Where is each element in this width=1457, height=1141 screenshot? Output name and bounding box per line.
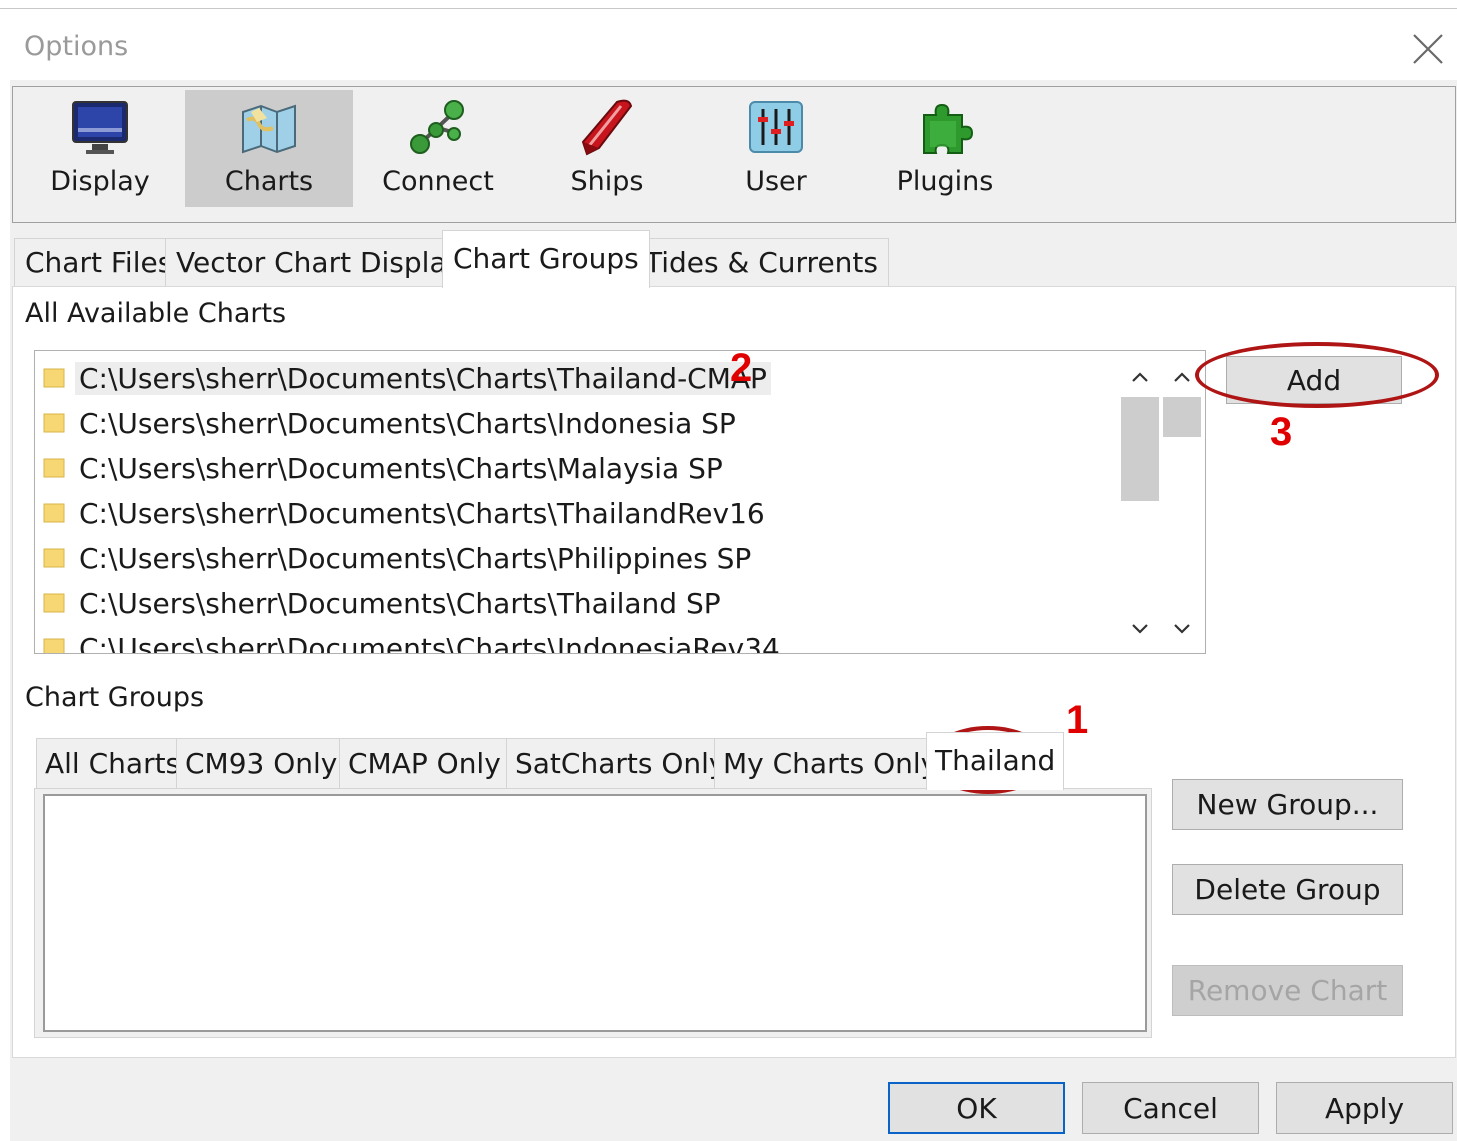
display-icon [68, 96, 132, 158]
scroll-up-icon[interactable] [1121, 357, 1159, 397]
folder-icon [43, 458, 65, 478]
add-button[interactable]: Add [1226, 356, 1402, 404]
tab-chart-files[interactable]: Chart Files [14, 238, 184, 288]
list-item-path: C:\Users\sherr\Documents\Charts\Indonesi… [79, 631, 780, 654]
chart-groups-label: Chart Groups [25, 682, 205, 713]
all-available-charts-label: All Available Charts [25, 298, 287, 329]
category-toolbar: Display Charts Connect Ships User Plugin… [12, 86, 1456, 223]
group-charts-tree[interactable] [43, 794, 1147, 1032]
folder-icon [43, 548, 65, 568]
new-group-button[interactable]: New Group... [1172, 779, 1403, 830]
list-item[interactable]: C:\Users\sherr\Documents\Charts\Thailand… [43, 356, 771, 400]
folder-icon [43, 638, 65, 653]
list-item-path: C:\Users\sherr\Documents\Charts\Thailand… [79, 586, 721, 620]
tab-cmap-only[interactable]: CMAP Only [339, 738, 510, 790]
scrollbar-thumb[interactable] [1163, 397, 1201, 437]
toolbar-plugins[interactable]: Plugins [861, 90, 1029, 207]
ships-icon [575, 96, 639, 158]
list-item[interactable]: C:\Users\sherr\Documents\Charts\Thailand… [43, 491, 769, 535]
toolbar-display[interactable]: Display [16, 90, 184, 207]
list-item-path: C:\Users\sherr\Documents\Charts\Philippi… [79, 541, 752, 575]
list-item[interactable]: C:\Users\sherr\Documents\Charts\Indonesi… [43, 626, 784, 654]
tab-chart-groups[interactable]: Chart Groups [442, 230, 650, 288]
toolbar-label: Display [50, 166, 150, 197]
folder-icon [43, 368, 65, 388]
toolbar-connect[interactable]: Connect [354, 90, 522, 207]
ok-button[interactable]: OK [888, 1082, 1065, 1134]
apply-button[interactable]: Apply [1276, 1082, 1453, 1134]
tab-cm93-only[interactable]: CM93 Only [176, 738, 347, 790]
toolbar-ships[interactable]: Ships [523, 90, 691, 207]
charts-icon [237, 96, 301, 158]
vertical-scrollbar[interactable] [1163, 351, 1201, 653]
folder-icon [43, 413, 65, 433]
toolbar-label: Charts [224, 166, 314, 197]
tab-tides-currents[interactable]: Tides & Currents [634, 238, 889, 288]
window-title: Options [24, 31, 129, 62]
list-item[interactable]: C:\Users\sherr\Documents\Charts\Thailand… [43, 581, 725, 625]
vertical-scrollbar[interactable] [1121, 351, 1159, 653]
tab-all-charts[interactable]: All Charts [36, 738, 190, 790]
available-charts-list[interactable]: C:\Users\sherr\Documents\Charts\Thailand… [34, 350, 1206, 654]
annotation-step-2: 2 [730, 346, 753, 390]
tab-my-charts-only[interactable]: My Charts Only [714, 738, 947, 790]
connect-icon [406, 96, 470, 158]
user-icon [744, 96, 808, 158]
annotation-step-1: 1 [1066, 698, 1089, 742]
folder-icon [43, 593, 65, 613]
scrollbar-thumb[interactable] [1121, 397, 1159, 501]
list-item-path: C:\Users\sherr\Documents\Charts\Indonesi… [79, 406, 736, 440]
list-item[interactable]: C:\Users\sherr\Documents\Charts\Malaysia… [43, 446, 727, 490]
toolbar-label: Ships [570, 166, 644, 197]
close-icon[interactable] [1410, 31, 1446, 67]
plugins-icon [913, 96, 977, 158]
delete-group-button[interactable]: Delete Group [1172, 864, 1403, 915]
tab-satcharts-only[interactable]: SatCharts Only [506, 738, 735, 790]
title-bar: Options [0, 9, 1457, 80]
scroll-down-icon[interactable] [1121, 609, 1159, 649]
remove-chart-button[interactable]: Remove Chart [1172, 965, 1403, 1016]
list-item-path: C:\Users\sherr\Documents\Charts\Thailand… [75, 361, 771, 395]
tab-thailand[interactable]: Thailand [926, 732, 1065, 790]
toolbar-user[interactable]: User [692, 90, 860, 207]
tab-vector-chart-display[interactable]: Vector Chart Display [165, 238, 475, 288]
list-item[interactable]: C:\Users\sherr\Documents\Charts\Philippi… [43, 536, 755, 580]
toolbar-label: User [745, 166, 807, 197]
toolbar-charts[interactable]: Charts [185, 90, 353, 207]
scroll-up-icon[interactable] [1163, 357, 1201, 397]
scroll-down-icon[interactable] [1163, 609, 1201, 649]
list-item-path: C:\Users\sherr\Documents\Charts\Thailand… [79, 496, 765, 530]
folder-icon [43, 503, 65, 523]
toolbar-label: Connect [382, 166, 494, 197]
annotation-step-3: 3 [1270, 410, 1293, 454]
list-item[interactable]: C:\Users\sherr\Documents\Charts\Indonesi… [43, 401, 740, 445]
cancel-button[interactable]: Cancel [1082, 1082, 1259, 1134]
list-item-path: C:\Users\sherr\Documents\Charts\Malaysia… [79, 451, 723, 485]
toolbar-label: Plugins [896, 166, 994, 197]
group-charts-box [34, 788, 1152, 1038]
